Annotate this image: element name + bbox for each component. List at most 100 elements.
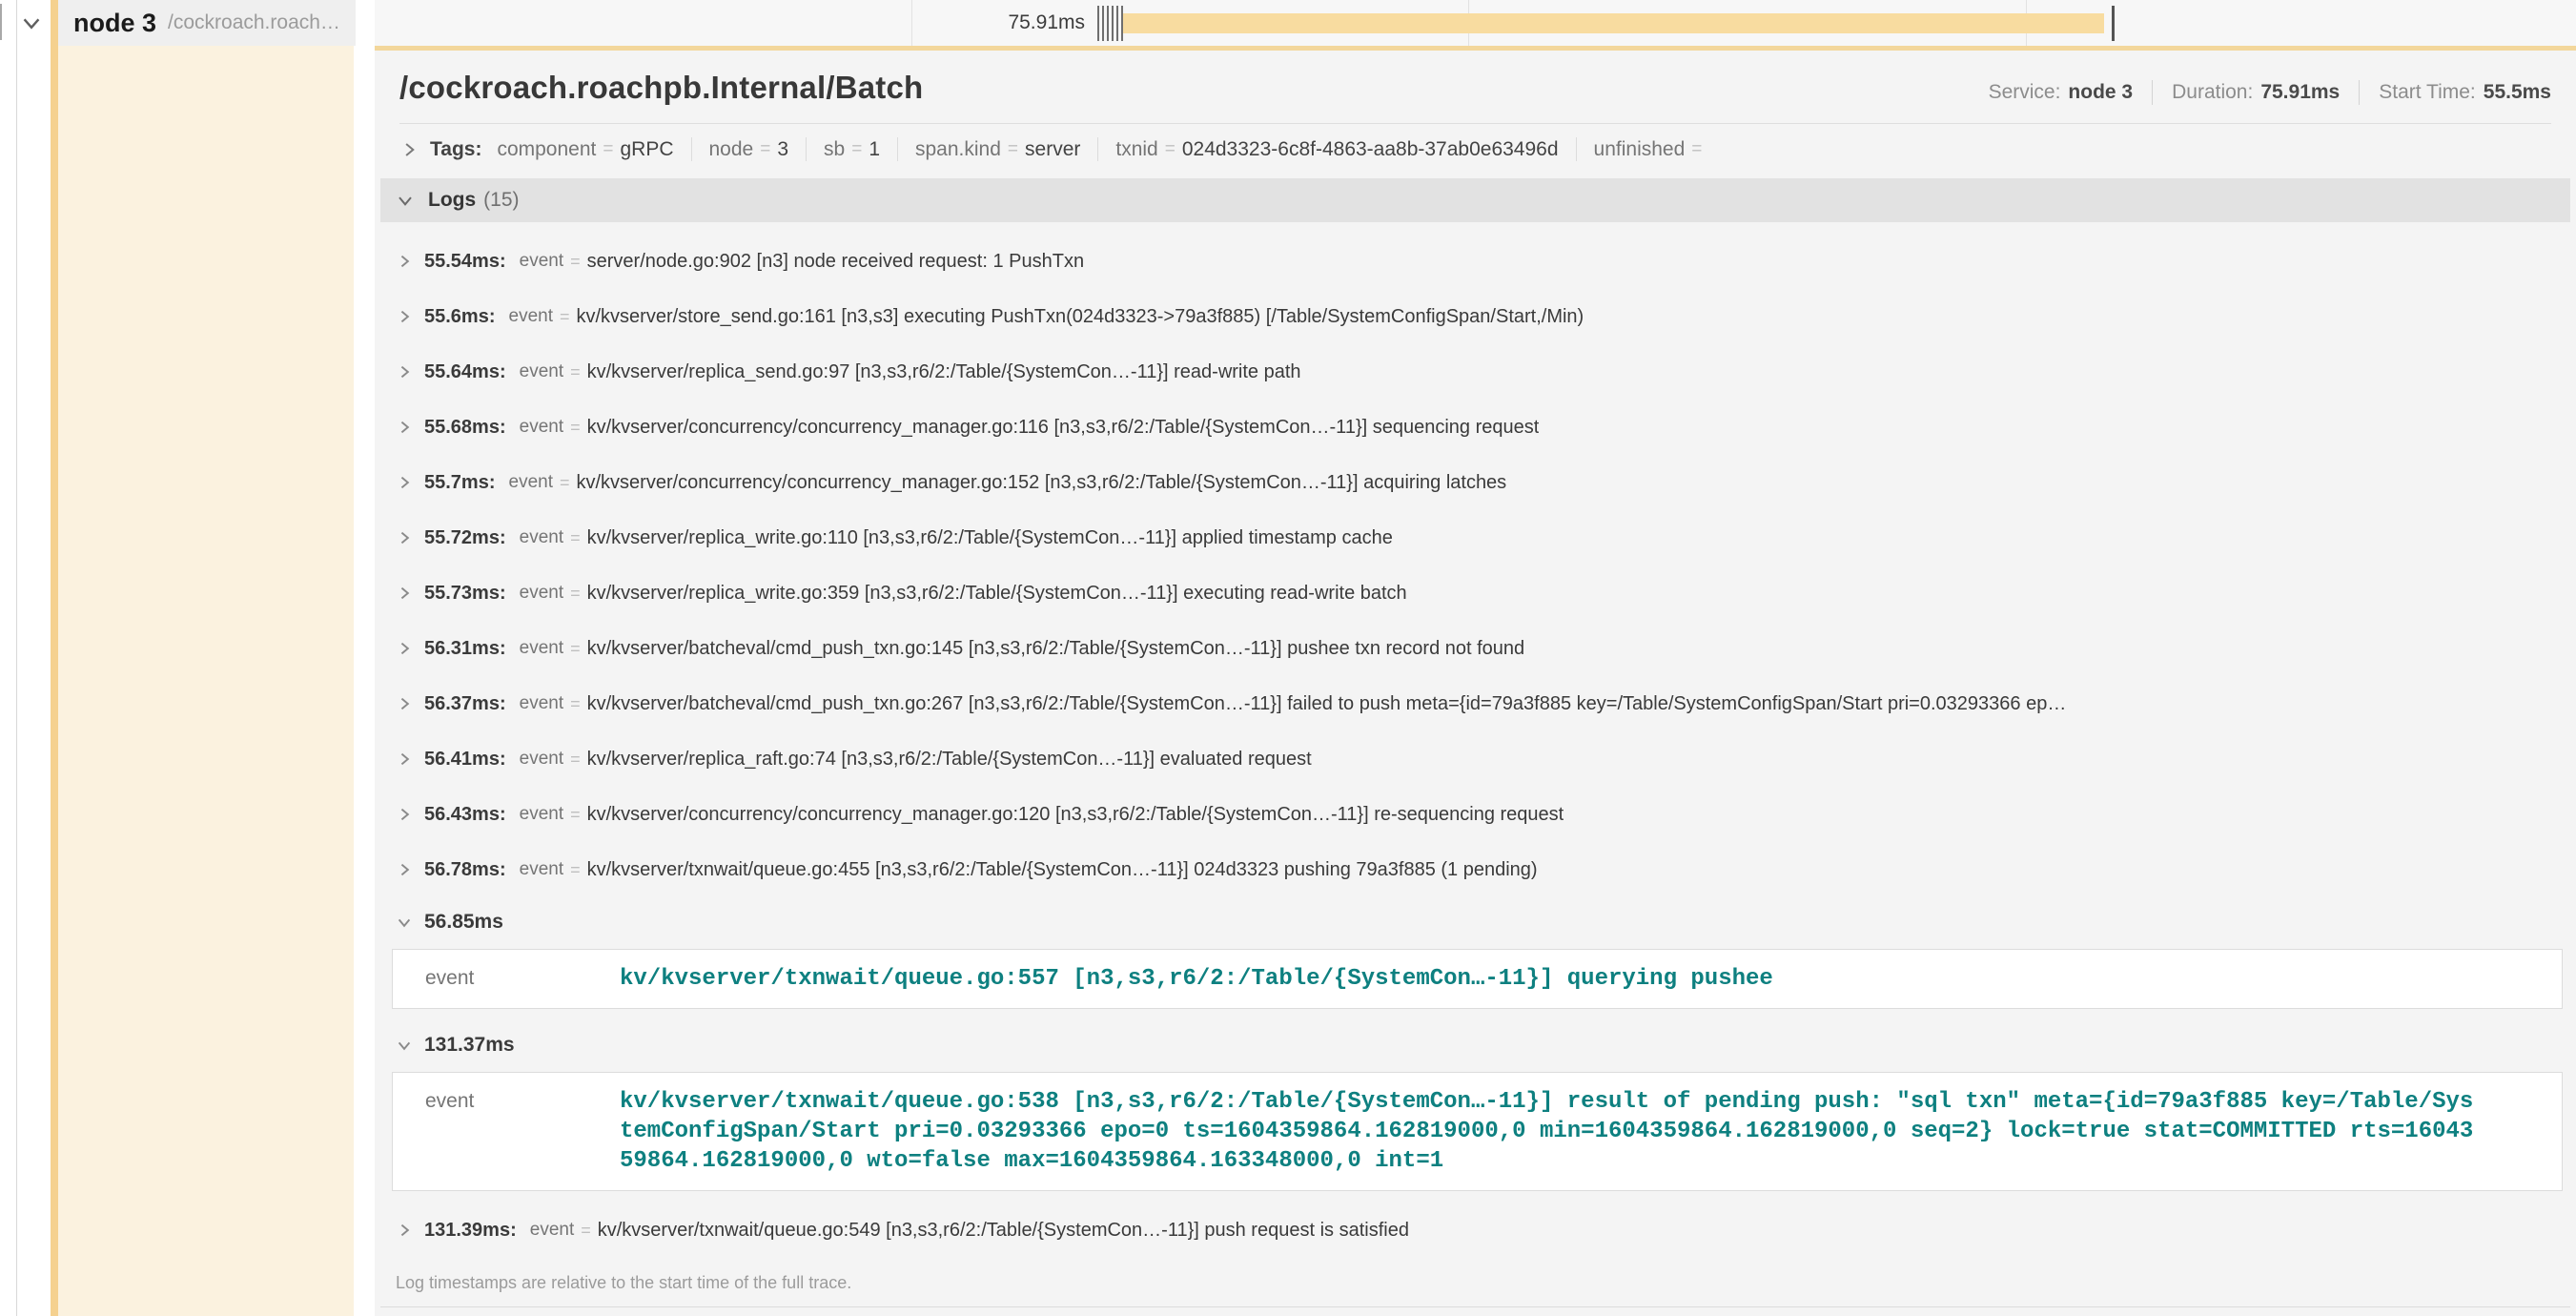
log-field-value: kv/kvserver/batcheval/cmd_push_txn.go:14… — [587, 638, 1525, 660]
log-entry[interactable]: 55.6ms: event = kv/kvserver/store_send.go:1… — [380, 289, 2570, 344]
log-field-equals: = — [570, 860, 581, 880]
log-timestamp: 55.72ms: — [424, 527, 506, 549]
chevron-right-icon — [396, 585, 413, 602]
log-entry[interactable]: 55.54ms:event=server/node.go:902 [n3] no… — [380, 234, 2570, 289]
log-entry[interactable]: 56.78ms: event = kv/kvserver/txnwait/queue.… — [380, 842, 2570, 897]
duration-value: 75.91ms — [2260, 81, 2340, 104]
log-field-value: kv/kvserver/store_send.go:161 [n3,s3] ex… — [577, 306, 1584, 328]
tag-item: txnid=024d3323-6c8f-4863-aa8b-37ab0e6349… — [1115, 138, 1558, 161]
log-entry-expanded: 56.85mseventkv/kvserver/txnwait/queue.go… — [380, 897, 2570, 1009]
log-timestamp: 56.41ms: — [424, 749, 506, 771]
log-field-key: event — [393, 1087, 620, 1176]
span-bar-hatch-marks — [1097, 6, 1123, 41]
tag-item: sb=1 — [824, 138, 880, 161]
tag-value: gRPC — [620, 138, 673, 161]
log-entry[interactable]: 55.68ms:event=kv/kvserver/concurrency/co… — [380, 400, 2570, 455]
tag-equals: = — [603, 139, 613, 160]
log-field-key: event — [520, 417, 563, 438]
log-field-value: kv/kvserver/replica_send.go:97 [n3,s3,r6… — [587, 361, 1301, 383]
log-field-equals: = — [560, 307, 570, 327]
tag-items: component=gRPCnode=3sb=1span.kind=server… — [497, 137, 1708, 161]
chevron-right-icon — [396, 474, 413, 491]
tag-divider — [691, 137, 692, 161]
log-entry[interactable]: 56.43ms:event=kv/kvserver/concurrency/co… — [380, 787, 2570, 842]
span-operation-name: /cockroach.roach… — [168, 11, 340, 34]
chevron-right-icon — [396, 363, 413, 380]
service-value: node 3 — [2068, 81, 2133, 104]
chevron-right-icon — [396, 1222, 413, 1239]
log-timestamp: 56.43ms: — [424, 804, 506, 826]
log-field-value[interactable]: kv/kvserver/txnwait/queue.go:557 [n3,s3,… — [620, 964, 1773, 994]
log-entry[interactable]: 55.7ms:event=kv/kvserver/concurrency/con… — [380, 455, 2570, 510]
log-field-value: kv/kvserver/txnwait/queue.go:455 [n3,s3,… — [587, 859, 1538, 881]
log-timestamp: 55.6ms: — [424, 306, 496, 328]
log-field-value: kv/kvserver/replica_write.go:359 [n3,s3,… — [587, 583, 1407, 605]
span-name-cell[interactable]: node 3 /cockroach.roach… — [51, 0, 356, 46]
log-field-value: kv/kvserver/replica_raft.go:74 [n3,s3,r6… — [587, 749, 1312, 771]
log-list: 55.54ms:event=server/node.go:902 [n3] no… — [380, 222, 2570, 1258]
tag-equals: = — [1691, 139, 1702, 160]
log-field-key: event — [509, 306, 553, 327]
tag-key: unfinished — [1594, 138, 1686, 161]
log-field-equals: = — [570, 252, 581, 272]
span-detail-panel: /cockroach.roachpb.Internal/Batch Servic… — [375, 46, 2576, 1316]
span-duration-label: 75.91ms — [889, 11, 1085, 34]
logs-section-header[interactable]: Logs (15) — [380, 178, 2570, 222]
log-entry-header[interactable]: 56.85ms — [380, 897, 2570, 947]
service-label: Service: — [1989, 81, 2061, 104]
log-entry[interactable]: 56.31ms:event=kv/kvserver/batcheval/cmd_… — [380, 621, 2570, 676]
log-field-equals: = — [560, 473, 570, 493]
log-field-key: event — [509, 472, 553, 493]
span-color-accent — [51, 0, 58, 46]
log-timestamp: 56.31ms: — [424, 638, 506, 660]
collapse-children-button[interactable] — [19, 10, 44, 35]
log-field-key: event — [530, 1220, 574, 1241]
log-field-equals: = — [570, 750, 581, 770]
chevron-down-icon — [396, 1037, 413, 1054]
tree-indent-guide — [16, 0, 17, 1316]
log-entry[interactable]: 131.39ms:event=kv/kvserver/txnwait/queue… — [380, 1203, 2570, 1258]
log-entry[interactable]: 56.37ms:event=kv/kvserver/batcheval/cmd_… — [380, 676, 2570, 731]
log-field-value: kv/kvserver/txnwait/queue.go:549 [n3,s3,… — [598, 1220, 1409, 1242]
chevron-right-icon — [396, 253, 413, 270]
log-entry[interactable]: 55.72ms:event=kv/kvserver/replica_write.… — [380, 510, 2570, 565]
log-field-value: kv/kvserver/concurrency/concurrency_mana… — [587, 804, 1564, 826]
log-field-equals: = — [570, 584, 581, 604]
detail-row-accent-strip[interactable] — [51, 46, 58, 1316]
log-entry-header[interactable]: 131.37ms — [380, 1020, 2570, 1070]
log-entry[interactable]: 56.41ms:event=kv/kvserver/replica_raft.g… — [380, 731, 2570, 787]
log-field-equals: = — [570, 418, 581, 438]
log-entry[interactable]: 55.73ms:event=kv/kvserver/replica_write.… — [380, 565, 2570, 621]
log-timestamp: 55.64ms: — [424, 361, 506, 383]
tag-key: txnid — [1115, 138, 1157, 161]
chevron-right-icon — [396, 861, 413, 878]
chevron-right-icon — [396, 419, 413, 436]
log-field-value: server/node.go:902 [n3] node received re… — [587, 251, 1084, 273]
log-field-value: kv/kvserver/concurrency/concurrency_mana… — [587, 417, 1540, 439]
chevron-down-icon — [396, 914, 413, 931]
tags-row[interactable]: Tags: component=gRPCnode=3sb=1span.kind=… — [399, 124, 2551, 173]
chevron-right-icon — [396, 640, 413, 657]
tag-item: span.kind=server — [915, 138, 1080, 161]
log-field-value[interactable]: kv/kvserver/txnwait/queue.go:538 [n3,s3,… — [620, 1087, 2474, 1176]
log-field-key: event — [520, 693, 563, 714]
log-field-value: kv/kvserver/batcheval/cmd_push_txn.go:26… — [587, 693, 2067, 715]
log-timestamp: 56.78ms: — [424, 859, 506, 881]
tag-item: node=3 — [709, 138, 789, 161]
tag-divider — [897, 137, 898, 161]
span-timeline-cell[interactable]: 75.91ms — [375, 0, 2576, 46]
log-field-key: event — [520, 859, 563, 880]
log-entry[interactable]: 55.64ms:event=kv/kvserver/replica_send.g… — [380, 344, 2570, 400]
chevron-right-icon — [396, 751, 413, 768]
start-time-value: 55.5ms — [2484, 81, 2551, 104]
log-timestamp: 55.73ms: — [424, 583, 506, 605]
log-field-value: kv/kvserver/replica_write.go:110 [n3,s3,… — [587, 527, 1393, 549]
log-field-key: event — [520, 804, 563, 825]
tag-equals: = — [1008, 139, 1018, 160]
span-bar-row[interactable]: node 3 /cockroach.roach… 75.91ms — [0, 0, 2576, 46]
tag-divider — [806, 137, 807, 161]
log-field-key: event — [520, 638, 563, 659]
span-duration-bar[interactable] — [1123, 13, 2104, 33]
log-field-equals: = — [581, 1221, 591, 1241]
log-field-equals: = — [570, 694, 581, 714]
